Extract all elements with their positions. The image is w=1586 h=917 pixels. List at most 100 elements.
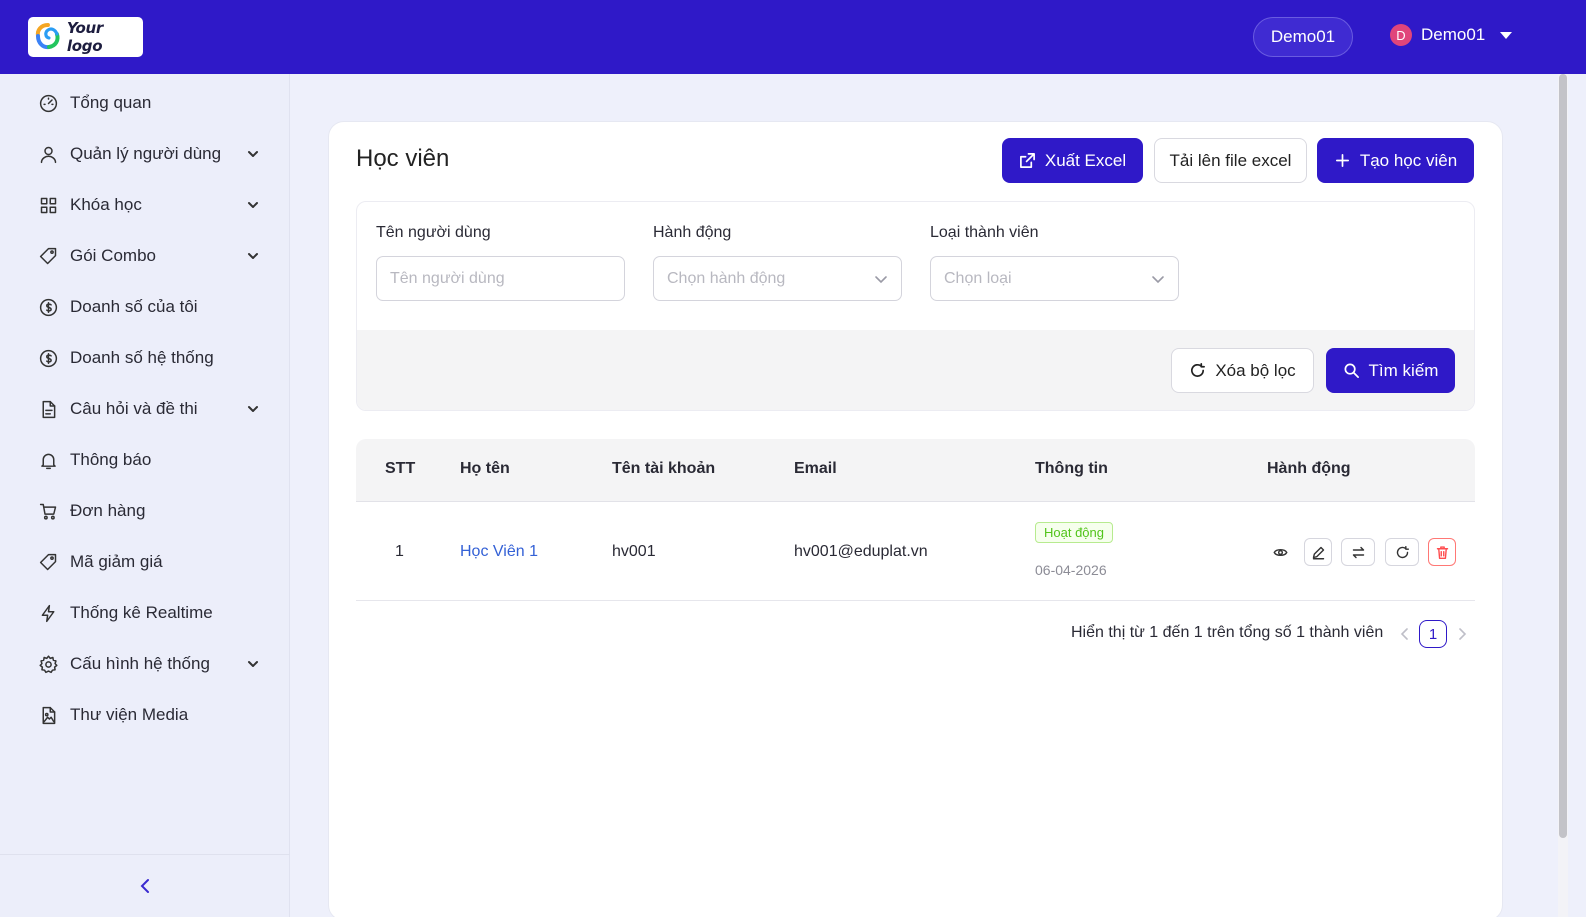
create-student-button[interactable]: Tạo học viên <box>1317 138 1474 183</box>
chevron-down-icon <box>246 147 260 161</box>
collapse-sidebar-button[interactable] <box>0 854 290 917</box>
trash-icon <box>1436 545 1448 559</box>
tag-icon <box>37 245 59 267</box>
sidebar-item-label: Tổng quan <box>70 93 152 112</box>
chevron-down-icon <box>874 272 888 286</box>
edit-button[interactable] <box>1304 538 1332 566</box>
sidebar-item-media-library[interactable]: Thư viện Media <box>0 695 290 735</box>
media-file-icon <box>37 704 59 726</box>
tenant-button[interactable]: Demo01 <box>1253 17 1353 57</box>
row-stt: 1 <box>395 543 404 560</box>
pencil-icon <box>1312 546 1324 559</box>
sidebar-item-label: Đơn hàng <box>70 501 146 520</box>
username-filter-input[interactable] <box>376 256 625 301</box>
sidebar-item-user-management[interactable]: Quản lý người dùng <box>0 134 290 174</box>
transfer-button[interactable] <box>1341 538 1375 566</box>
member-type-filter-placeholder: Chọn loại <box>944 269 1012 287</box>
sidebar-item-questions-exams[interactable]: Câu hỏi và đề thi <box>0 389 290 429</box>
table-row: 1 Học Viên 1 hv001 hv001@eduplat.vn Hoạt… <box>356 503 1475 601</box>
column-header-email: Email <box>794 460 837 477</box>
sidebar-item-overview[interactable]: Tổng quan <box>0 83 290 123</box>
view-button[interactable] <box>1266 538 1294 566</box>
dollar-icon <box>37 347 59 369</box>
column-header-actions: Hành động <box>1267 460 1351 477</box>
sidebar-item-system-sales[interactable]: Doanh số hệ thống <box>0 338 290 378</box>
tag-icon <box>37 551 59 573</box>
column-header-name: Họ tên <box>460 460 510 477</box>
chevron-down-icon <box>1151 272 1165 286</box>
column-header-stt: STT <box>385 460 416 477</box>
reset-button[interactable] <box>1385 538 1419 566</box>
sidebar-item-orders[interactable]: Đơn hàng <box>0 491 290 531</box>
sidebar-item-courses[interactable]: Khóa học <box>0 185 290 225</box>
dashboard-icon <box>37 92 59 114</box>
grid-icon <box>37 194 59 216</box>
swap-icon <box>1352 546 1364 558</box>
page-number-current[interactable]: 1 <box>1419 620 1447 648</box>
next-page-button[interactable] <box>1456 627 1468 643</box>
create-student-label: Tạo học viên <box>1359 150 1458 170</box>
sidebar-item-coupons[interactable]: Mã giảm giá <box>0 542 290 582</box>
clear-filter-label: Xóa bộ lọc <box>1215 360 1296 380</box>
sidebar-item-notifications[interactable]: Thông báo <box>0 440 290 480</box>
reload-icon <box>1191 363 1206 377</box>
chevron-down-icon <box>246 198 260 212</box>
logo-text: Your logo <box>66 19 104 55</box>
chevron-right-icon <box>1459 628 1467 640</box>
logo-mark-icon <box>35 23 60 50</box>
search-label: Tìm kiếm <box>1368 360 1439 380</box>
filter-panel: Tên người dùng Hành động Chọn hành động … <box>356 201 1475 411</box>
user-name: Demo01 <box>1421 25 1486 44</box>
clear-filter-button[interactable]: Xóa bộ lọc <box>1171 348 1314 393</box>
bell-icon <box>37 449 59 471</box>
status-badge: Hoạt động <box>1035 522 1113 543</box>
external-link-icon <box>1019 153 1035 168</box>
sidebar-item-my-sales[interactable]: Doanh số của tôi <box>0 287 290 327</box>
gear-icon <box>37 653 59 675</box>
top-header: Your logo Demo01 D Demo01 <box>0 0 1586 74</box>
sidebar-item-system-config[interactable]: Cấu hình hệ thống <box>0 644 290 684</box>
sidebar-item-label: Thống kê Realtime <box>70 603 213 622</box>
dollar-icon <box>37 296 59 318</box>
member-type-filter-label: Loại thành viên <box>930 224 1039 241</box>
sidebar-item-label: Doanh số của tôi <box>70 297 198 316</box>
app-logo[interactable]: Your logo <box>28 17 143 57</box>
sidebar-item-combo[interactable]: Gói Combo <box>0 236 290 276</box>
row-date: 06-04-2026 <box>1035 562 1107 578</box>
member-type-filter-select[interactable]: Chọn loại <box>930 256 1179 301</box>
plus-icon <box>1335 153 1349 168</box>
eye-icon <box>1273 548 1287 556</box>
row-username: hv001 <box>612 543 656 560</box>
caret-down-icon <box>1500 31 1513 39</box>
export-excel-label: Xuất Excel <box>1044 150 1127 170</box>
sidebar-item-realtime-stats[interactable]: Thống kê Realtime <box>0 593 290 633</box>
column-header-username: Tên tài khoản <box>612 460 716 477</box>
action-filter-placeholder: Chọn hành động <box>667 269 786 287</box>
chevron-left-icon <box>1400 628 1408 640</box>
row-email: hv001@eduplat.vn <box>794 543 928 560</box>
sidebar-item-label: Thông báo <box>70 450 152 469</box>
student-name-link[interactable]: Học Viên 1 <box>460 543 538 561</box>
chevron-down-icon <box>246 402 260 416</box>
chevron-left-icon <box>140 879 149 893</box>
sidebar-item-label: Quản lý người dùng <box>70 144 222 163</box>
search-button[interactable]: Tìm kiếm <box>1326 348 1455 393</box>
upload-excel-button[interactable]: Tải lên file excel <box>1154 138 1307 183</box>
sidebar-item-label: Cấu hình hệ thống <box>70 654 210 673</box>
scrollbar-thumb[interactable] <box>1559 74 1567 838</box>
search-icon <box>1344 363 1359 378</box>
reload-icon <box>1396 545 1409 558</box>
sidebar-item-label: Doanh số hệ thống <box>70 348 214 367</box>
sidebar: Tổng quan Quản lý người dùng Khóa học Gó… <box>0 74 290 917</box>
cart-icon <box>37 500 59 522</box>
sidebar-item-label: Gói Combo <box>70 246 156 265</box>
export-excel-button[interactable]: Xuất Excel <box>1002 138 1143 183</box>
sidebar-item-label: Câu hỏi và đề thi <box>70 399 198 418</box>
document-icon <box>37 398 59 420</box>
user-menu[interactable]: D Demo01 <box>1390 24 1513 46</box>
upload-excel-label: Tải lên file excel <box>1169 150 1292 170</box>
prev-page-button[interactable] <box>1399 627 1411 643</box>
action-filter-select[interactable]: Chọn hành động <box>653 256 902 301</box>
lightning-icon <box>37 602 59 624</box>
delete-button[interactable] <box>1428 538 1456 566</box>
